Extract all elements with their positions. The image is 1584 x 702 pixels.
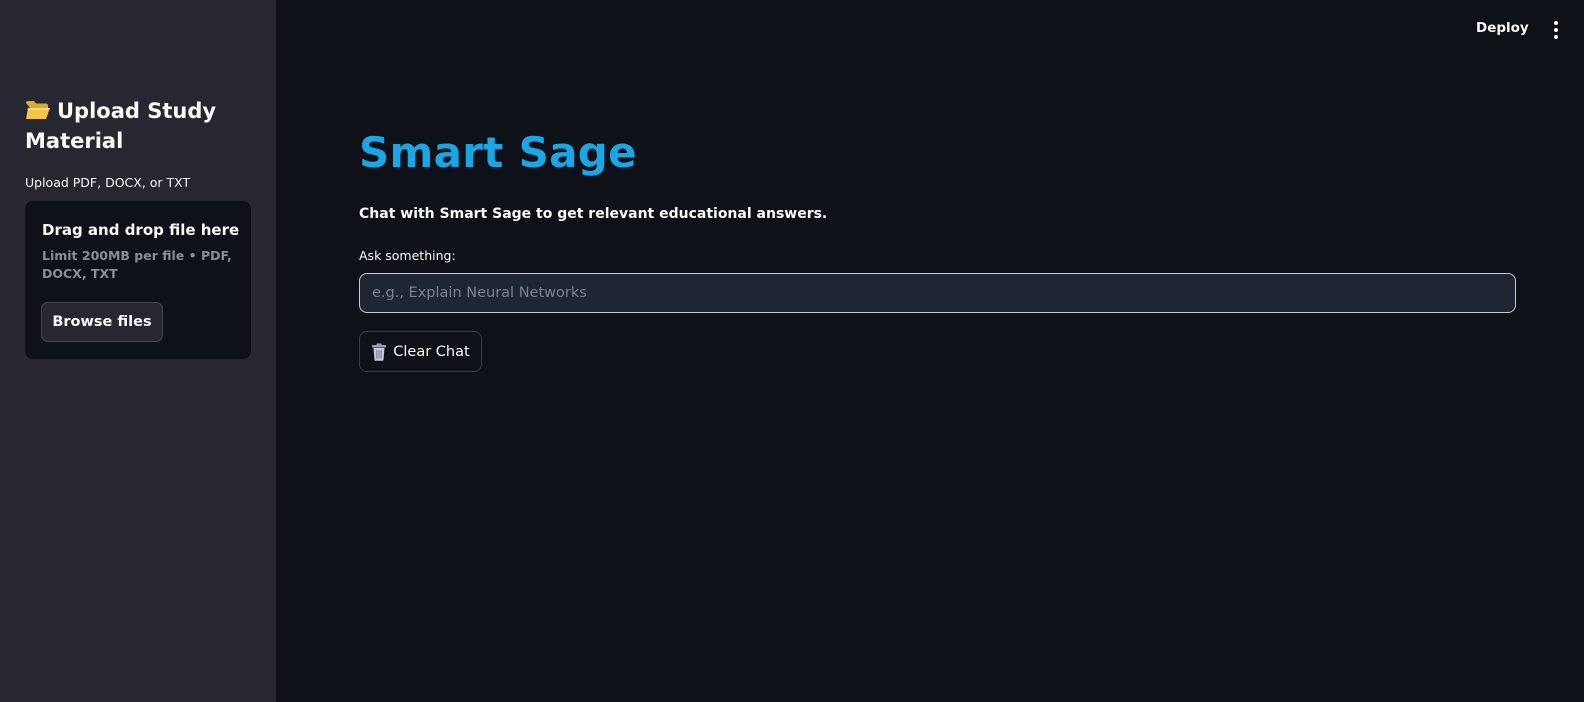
- clear-chat-label: Clear Chat: [393, 343, 470, 360]
- sidebar: Upload Study Material Upload PDF, DOCX, …: [0, 0, 276, 702]
- ask-input[interactable]: [359, 273, 1516, 313]
- app-root: Upload Study Material Upload PDF, DOCX, …: [0, 0, 1584, 702]
- page-title: Smart Sage: [359, 128, 637, 177]
- wastebasket-icon: [371, 343, 387, 361]
- dropzone-title: Drag and drop file here: [42, 221, 240, 239]
- upload-label: Upload PDF, DOCX, or TXT: [25, 175, 191, 190]
- deploy-button[interactable]: Deploy: [1474, 16, 1531, 40]
- page-subtitle: Chat with Smart Sage to get relevant edu…: [359, 206, 828, 222]
- sidebar-title-text: Upload Study Material: [25, 99, 217, 153]
- sidebar-title: Upload Study Material: [25, 96, 255, 156]
- ask-label: Ask something:: [359, 248, 456, 263]
- file-dropzone[interactable]: Drag and drop file here Limit 200MB per …: [25, 201, 251, 359]
- open-folder-icon: [25, 98, 51, 119]
- browse-files-button[interactable]: Browse files: [41, 302, 163, 342]
- dropzone-limit-text: Limit 200MB per file • PDF, DOCX, TXT: [42, 248, 232, 281]
- clear-chat-button[interactable]: Clear Chat: [359, 331, 482, 372]
- kebab-menu-icon[interactable]: [1546, 18, 1566, 42]
